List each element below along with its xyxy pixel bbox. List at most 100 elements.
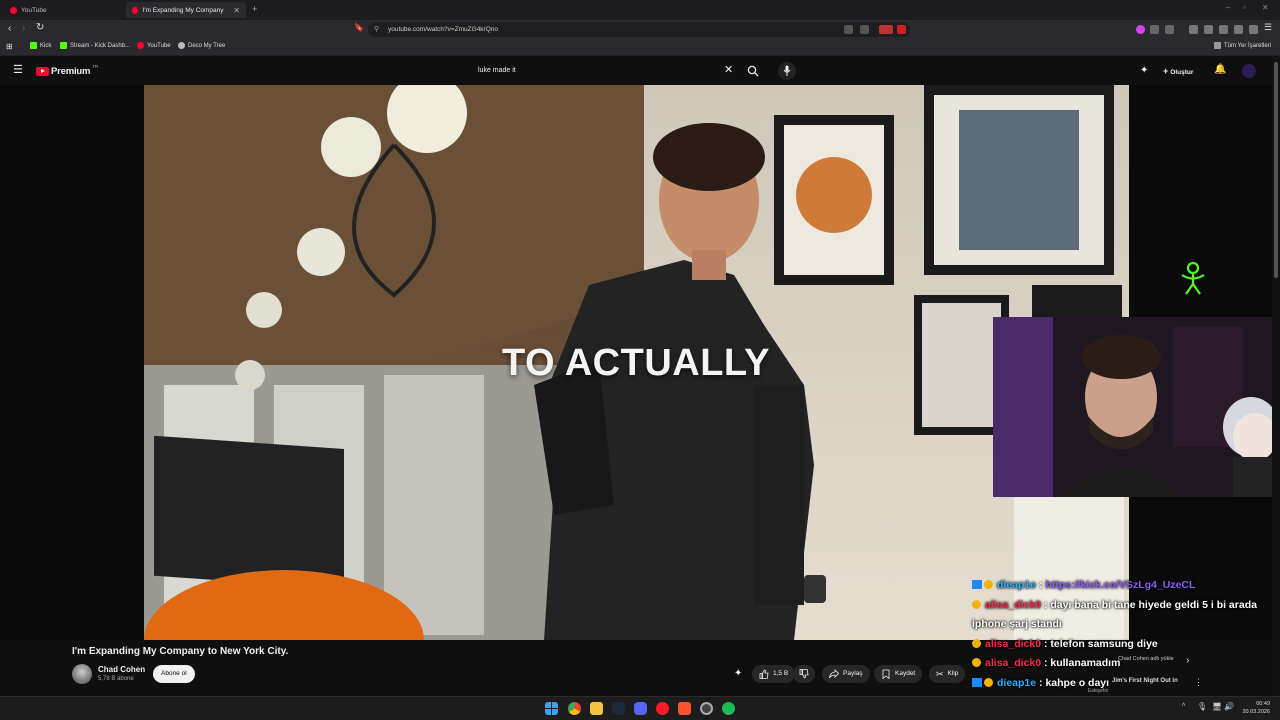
back-icon[interactable]: ‹	[8, 23, 11, 34]
close-window-icon[interactable]: ✕	[1262, 3, 1269, 12]
sub-badge-icon	[972, 638, 981, 648]
file-explorer-icon[interactable]	[590, 702, 603, 715]
site-info-icon[interactable]: ⚲	[374, 22, 379, 37]
cast-icon[interactable]	[844, 25, 853, 34]
steam-icon[interactable]	[612, 702, 625, 715]
scrollbar-thumb[interactable]	[1274, 62, 1278, 278]
bookmark-kick[interactable]: Kick	[30, 42, 51, 49]
like-button[interactable]: 1,5 B	[752, 665, 796, 683]
clear-search-icon[interactable]: ✕	[724, 63, 733, 76]
share-icon[interactable]	[860, 25, 869, 34]
tab-search-icon[interactable]	[1219, 25, 1228, 34]
sidebar-icon[interactable]	[1204, 25, 1213, 34]
sub-badge-icon	[972, 658, 981, 667]
like-count: 1,5 B	[773, 670, 789, 677]
thumbs-up-icon	[759, 669, 769, 679]
reload-icon[interactable]: ↻	[36, 22, 44, 33]
bookmark-youtube[interactable]: YouTube	[137, 42, 171, 49]
chat-username: alisa_dick0	[985, 637, 1042, 650]
youtube-premium-logo[interactable]: Premium TR	[36, 64, 99, 77]
all-bookmarks[interactable]: Tüm Yer İşaretleri	[1214, 42, 1271, 49]
sub-badge-icon	[984, 580, 993, 589]
search-input[interactable]: luke made it	[470, 62, 742, 80]
plus-icon: +	[1163, 66, 1169, 76]
chat-text: https://kick.co/VSzLg4_UzeCL	[1045, 579, 1196, 591]
notifications-bell-icon[interactable]: 🔔	[1214, 64, 1226, 75]
brave-icon[interactable]	[678, 702, 691, 715]
youtube-header: ☰ Premium TR luke made it ✕ ✦ + Oluştur 🔔	[0, 57, 1272, 85]
voice-search-button[interactable]	[778, 62, 796, 80]
clip-label: Klip	[947, 670, 959, 677]
chat-username: alisa_dick0	[985, 598, 1042, 611]
close-tab-icon[interactable]: ✕	[233, 6, 240, 15]
video-title: I'm Expanding My Company to New York Cit…	[72, 646, 289, 657]
extensions-icon[interactable]	[1234, 25, 1243, 34]
account-avatar[interactable]	[1242, 64, 1256, 78]
browser-toolbar: ‹ › ↻ 🔖 ⚲ youtube.com/watch?v=ZmuZG4krQn…	[0, 20, 1280, 39]
create-button[interactable]: + Oluştur	[1157, 64, 1199, 78]
save-label: Kaydet	[895, 670, 916, 677]
discord-icon[interactable]	[634, 702, 647, 715]
subscribe-button[interactable]: Abone ol	[153, 665, 195, 683]
youtube-logo-icon	[36, 67, 49, 76]
vpn-icon[interactable]	[1249, 25, 1258, 34]
thumbs-down-icon	[799, 669, 809, 679]
extension-icon[interactable]	[1150, 25, 1159, 34]
opera-icon[interactable]	[656, 702, 669, 715]
youtube-favicon-icon	[10, 6, 17, 14]
maximize-icon[interactable]: ▫	[1243, 3, 1246, 12]
rec-icon[interactable]: ✦	[1140, 65, 1148, 76]
kick-icon	[30, 42, 37, 49]
chrome-icon[interactable]	[568, 702, 581, 715]
new-tab-icon[interactable]: +	[252, 4, 257, 14]
hamburger-menu-icon[interactable]: ☰	[13, 63, 23, 76]
brave-shield-icon[interactable]	[879, 25, 893, 34]
webcam-image	[993, 317, 1280, 497]
media-icon[interactable]	[1189, 25, 1198, 34]
spotify-icon[interactable]	[722, 702, 735, 715]
stream-chat-overlay: dieap1e : https://kick.co/VSzLg4_UzeCL a…	[972, 576, 1278, 693]
chat-message: dieap1e : https://kick.co/VSzLg4_UzeCL	[972, 576, 1278, 596]
microphone-tray-icon[interactable]: 🎙	[1197, 702, 1207, 711]
next-arrow-icon[interactable]: ›	[1186, 655, 1189, 666]
chat-text: kahpe o dayı	[1045, 676, 1110, 689]
obs-icon[interactable]	[700, 702, 713, 715]
clock-time: 00:49	[1256, 701, 1270, 707]
clip-button[interactable]: ✂ Klip	[929, 665, 966, 683]
forward-icon[interactable]: ›	[22, 23, 25, 34]
address-bar[interactable]: ⚲ youtube.com/watch?v=ZmuZG4krQno	[368, 22, 910, 37]
browser-tab-strip: YouTube I'm Expanding My Company to N ✕ …	[0, 0, 1280, 20]
bookmark-kick-dashboard[interactable]: Stream - Kick Dashb...	[60, 42, 130, 49]
sparkle-icon[interactable]: ✦	[734, 668, 742, 679]
channel-avatar[interactable]	[72, 664, 92, 684]
menu-icon[interactable]: ☰	[1264, 22, 1272, 33]
tray-chevron-icon[interactable]: ^	[1182, 703, 1185, 710]
more-options-icon[interactable]: ⋮	[1194, 677, 1203, 688]
dislike-button[interactable]	[793, 665, 815, 683]
minimize-icon[interactable]: –	[1226, 3, 1230, 12]
recommended-video-channel: Eskişehir	[1088, 688, 1109, 694]
kick-badge-icon	[972, 580, 982, 589]
bookmark-deco-my-tree[interactable]: Deco My Tree	[178, 42, 225, 49]
rewards-icon[interactable]	[897, 25, 906, 34]
region-code: TR	[92, 64, 99, 69]
extension-icon[interactable]	[1136, 25, 1145, 34]
channel-name[interactable]: Chad Cohen	[98, 665, 145, 674]
globe-icon	[178, 42, 185, 49]
volume-icon[interactable]: 🔊	[1224, 702, 1234, 711]
sub-badge-icon	[984, 677, 993, 687]
share-button[interactable]: Paylaş	[822, 665, 870, 683]
network-icon[interactable]: 🖥	[1212, 702, 1222, 711]
save-button[interactable]: Kaydet	[874, 665, 923, 683]
extension-icon[interactable]	[1165, 25, 1174, 34]
tab-current-video[interactable]: I'm Expanding My Company to N ✕	[126, 2, 246, 18]
tab-youtube[interactable]: YouTube	[4, 2, 124, 18]
brand-label: Premium	[51, 66, 91, 77]
chat-username: dieap1e	[997, 579, 1037, 591]
recommended-video-title[interactable]: Jim's First Night Out in	[1112, 678, 1178, 684]
search-icon[interactable]	[747, 65, 759, 77]
windows-start-icon[interactable]	[545, 702, 558, 715]
system-clock[interactable]: 00:49 20.03.2026	[1242, 701, 1270, 716]
apps-grid-icon[interactable]: ⊞	[6, 42, 13, 51]
bookmark-icon[interactable]: 🔖	[354, 23, 364, 32]
